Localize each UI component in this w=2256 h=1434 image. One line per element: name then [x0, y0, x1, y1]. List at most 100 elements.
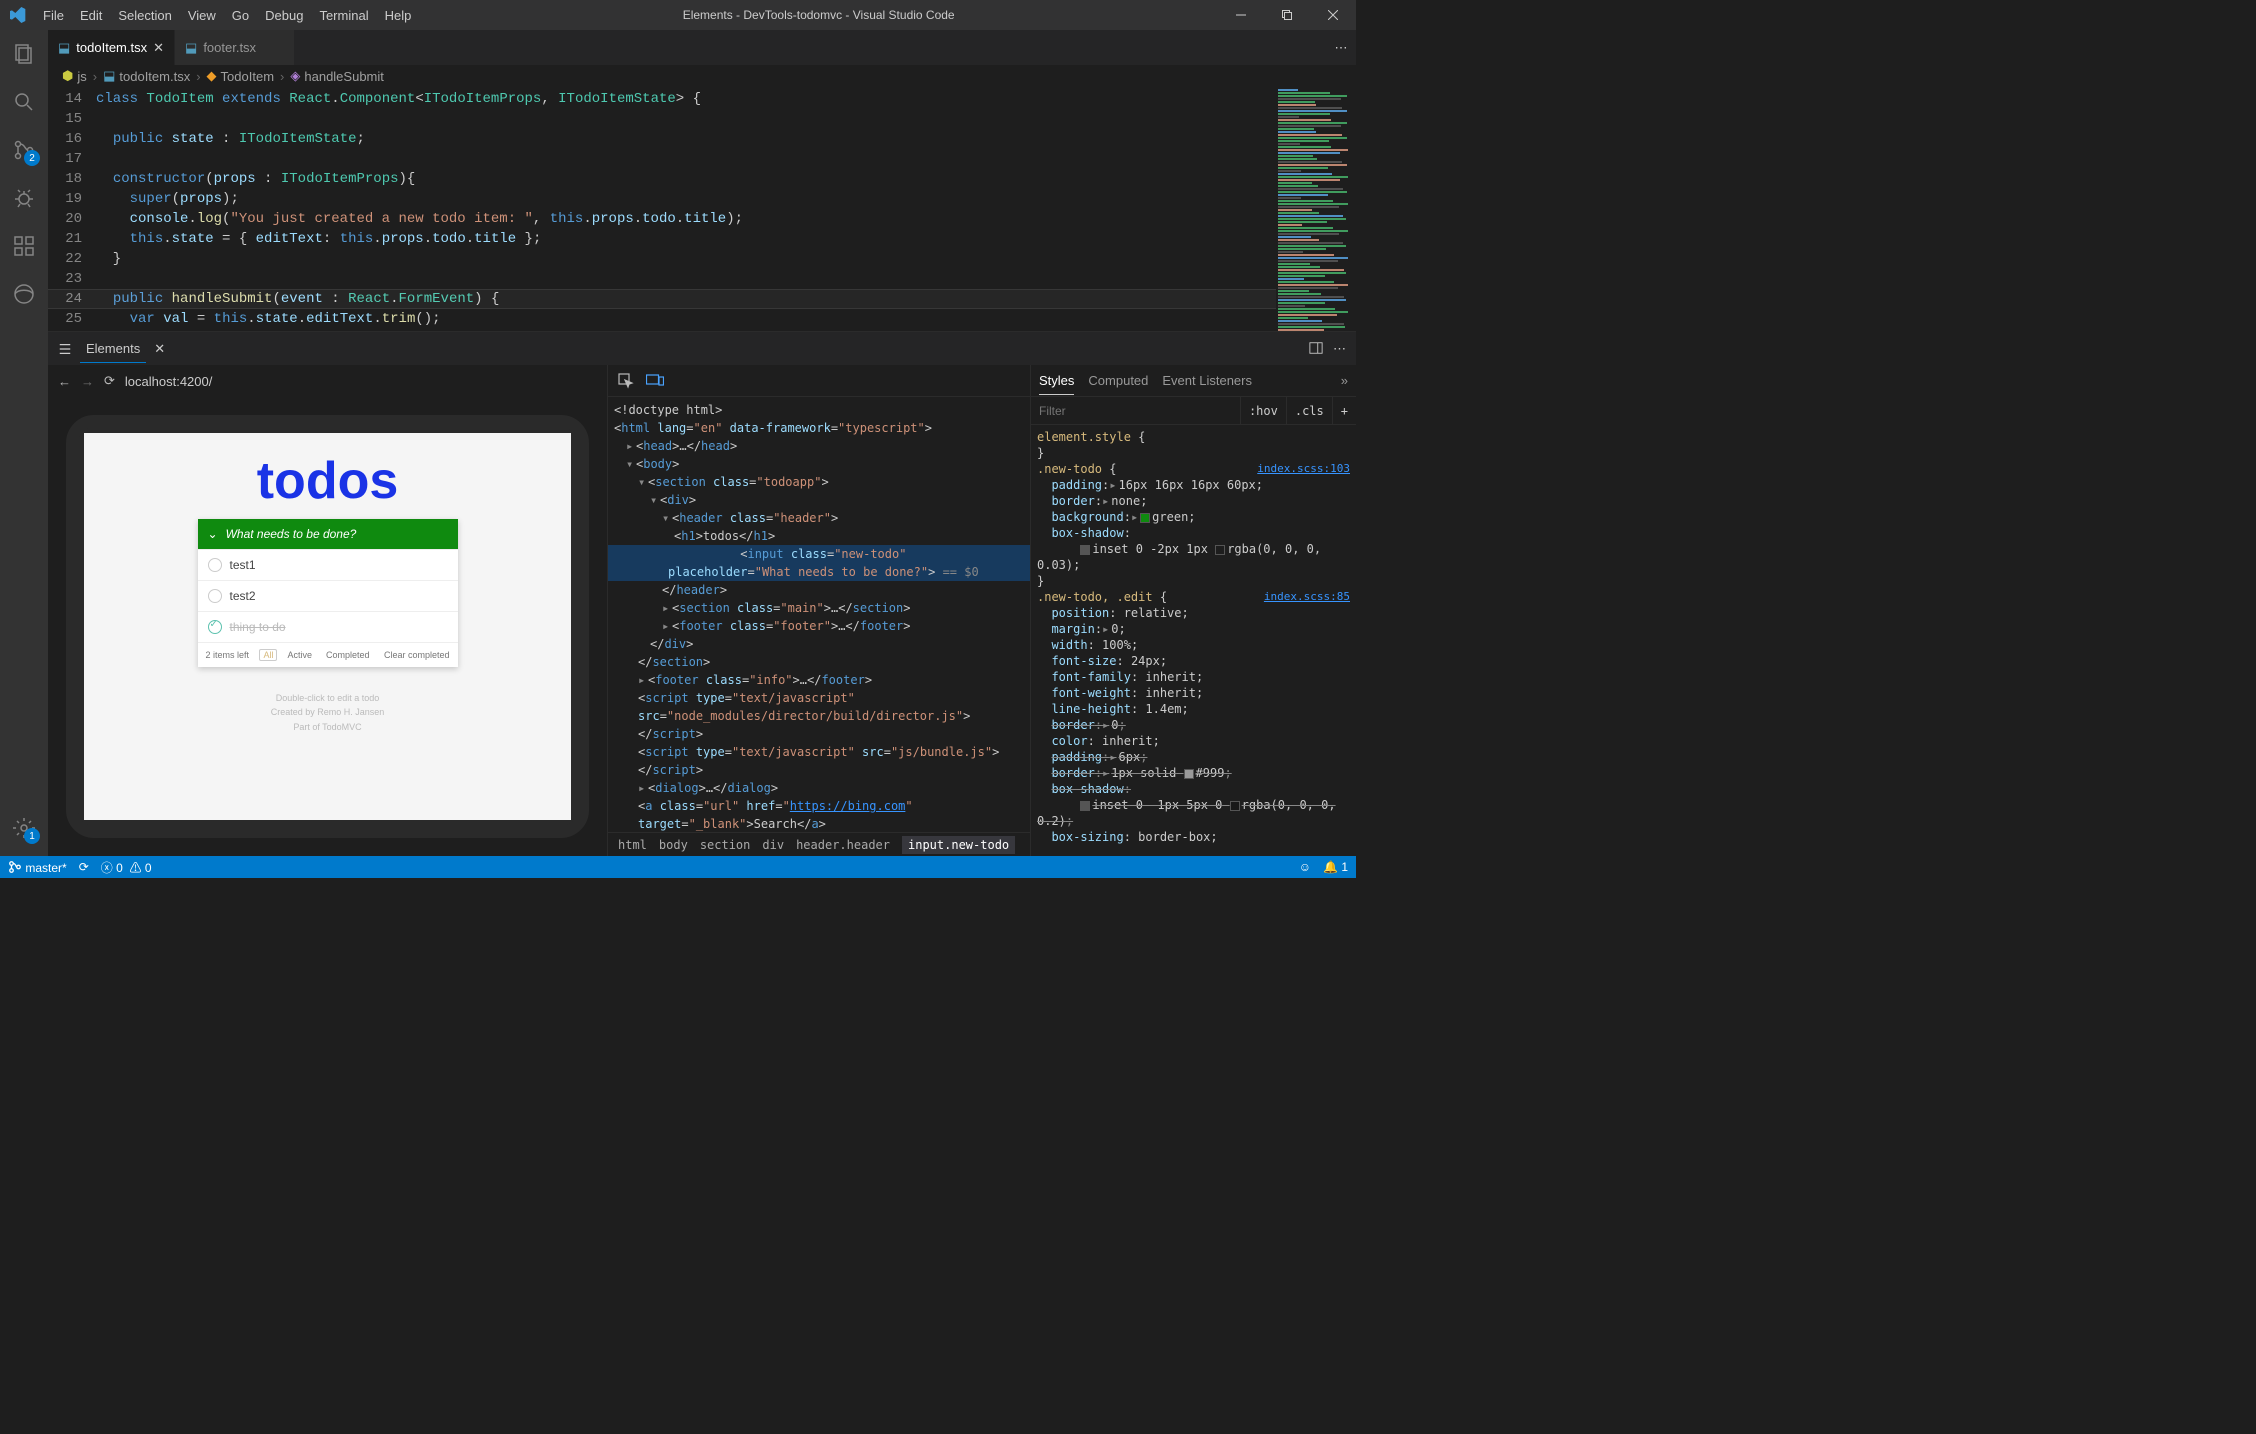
shadow-swatch[interactable] — [1080, 545, 1090, 555]
bottom-panel: Elements ✕ ⋯ ← → ⟳ localhost:4200/ — [48, 331, 1356, 856]
code-content[interactable]: class TodoItem extends React.Component<I… — [96, 87, 1276, 331]
breadcrumb-class[interactable]: ◆ TodoItem — [207, 68, 274, 84]
breadcrumbs[interactable]: ⬢ js › ⬓ todoItem.tsx › ◆ TodoItem › ◈ h… — [48, 65, 1356, 87]
close-button[interactable] — [1310, 0, 1356, 30]
edge-devtools-icon[interactable] — [0, 270, 48, 318]
minimap[interactable] — [1276, 87, 1356, 331]
dom-crumb[interactable]: section — [700, 838, 751, 852]
color-swatch[interactable] — [1230, 801, 1240, 811]
menu-bar: FileEditSelectionViewGoDebugTerminalHelp — [35, 0, 419, 30]
todo-text: thing to do — [230, 620, 286, 634]
todo-item[interactable]: test1 — [198, 549, 458, 580]
tab-event-listeners[interactable]: Event Listeners — [1162, 373, 1252, 388]
editor-tabs: ⬓todoItem.tsx✕⬓footer.tsx ⋯ — [48, 30, 1356, 65]
menu-view[interactable]: View — [180, 0, 224, 30]
filter-completed[interactable]: Completed — [322, 649, 374, 661]
breadcrumb-file[interactable]: ⬓ todoItem.tsx — [103, 68, 190, 84]
scm-badge: 2 — [24, 150, 40, 166]
dom-tree[interactable]: <!doctype html> <html lang="en" data-fra… — [608, 397, 1030, 832]
add-rule-icon[interactable]: + — [1332, 397, 1356, 424]
nav-reload-icon[interactable]: ⟳ — [104, 373, 115, 389]
editor-more-icon[interactable]: ⋯ — [1326, 30, 1356, 65]
tsx-file-icon: ⬓ — [185, 40, 197, 56]
inspect-element-icon[interactable] — [618, 373, 634, 389]
chevron-right-icon: › — [196, 69, 200, 84]
window-title: Elements - DevTools-todomvc - Visual Stu… — [419, 8, 1218, 22]
hov-toggle[interactable]: :hov — [1240, 397, 1286, 424]
tab-computed[interactable]: Computed — [1088, 373, 1148, 388]
dom-crumb[interactable]: body — [659, 838, 688, 852]
panel-tab-elements[interactable]: Elements — [80, 335, 146, 363]
new-todo-input[interactable]: ⌄ What needs to be done? — [198, 519, 458, 549]
feedback-icon[interactable]: ☺ — [1299, 860, 1311, 874]
color-swatch[interactable] — [1215, 545, 1225, 555]
devtools-nav-toolbar: ← → ⟳ localhost:4200/ — [48, 365, 607, 397]
problems-indicator[interactable]: ⓧ 0 ⚠ 0 — [101, 859, 152, 876]
menu-help[interactable]: Help — [377, 0, 420, 30]
debug-icon[interactable] — [0, 174, 48, 222]
extensions-icon[interactable] — [0, 222, 48, 270]
color-swatch[interactable] — [1184, 769, 1194, 779]
sync-icon[interactable]: ⟳ — [79, 860, 89, 874]
clear-completed-link[interactable]: Clear completed — [384, 650, 450, 660]
branch-indicator[interactable]: master* — [8, 860, 67, 875]
nav-back-icon[interactable]: ← — [58, 374, 71, 389]
styles-tabs: Styles Computed Event Listeners » — [1031, 365, 1356, 397]
maximize-button[interactable] — [1264, 0, 1310, 30]
tsx-file-icon: ⬓ — [58, 40, 70, 56]
menu-file[interactable]: File — [35, 0, 72, 30]
styles-body[interactable]: element.style { } .new-todo {index.scss:… — [1031, 425, 1356, 856]
editor-tab[interactable]: ⬓footer.tsx — [175, 30, 295, 65]
panel-close-icon[interactable]: ✕ — [154, 341, 165, 357]
activity-bar: 2 1 — [0, 30, 48, 856]
panel-tabs: Elements ✕ ⋯ — [48, 332, 1356, 365]
styles-filter-input[interactable] — [1031, 397, 1240, 424]
line-gutter: 141516171819202122232425 — [48, 87, 96, 331]
todo-item[interactable]: thing to do — [198, 611, 458, 642]
url-display[interactable]: localhost:4200/ — [125, 374, 212, 389]
panel-body: ← → ⟳ localhost:4200/ todos ⌄ — [48, 365, 1356, 856]
dom-crumb[interactable]: header.header — [796, 838, 890, 852]
dom-crumb[interactable]: input.new-todo — [902, 836, 1015, 854]
search-icon[interactable] — [0, 78, 48, 126]
code-editor[interactable]: 141516171819202122232425 class TodoItem … — [48, 87, 1356, 331]
editor-column: ⬓todoItem.tsx✕⬓footer.tsx ⋯ ⬢ js › ⬓ tod… — [48, 30, 1356, 856]
devtools-preview-pane: ← → ⟳ localhost:4200/ todos ⌄ — [48, 365, 608, 856]
device-toggle-icon[interactable] — [646, 374, 664, 388]
breadcrumb-lang[interactable]: ⬢ js — [62, 68, 87, 84]
color-swatch[interactable] — [1140, 513, 1150, 523]
tab-close-icon[interactable]: ✕ — [153, 40, 164, 56]
styles-more-icon[interactable]: » — [1341, 373, 1348, 388]
menu-terminal[interactable]: Terminal — [311, 0, 376, 30]
dom-breadcrumb[interactable]: html body section div header.header input.new… — [608, 832, 1030, 856]
todo-checkbox[interactable] — [208, 589, 222, 603]
panel-more-icon[interactable]: ⋯ — [1333, 341, 1346, 357]
source-link[interactable]: index.scss:85 — [1264, 589, 1350, 605]
settings-gear-icon[interactable]: 1 — [0, 804, 48, 852]
explorer-icon[interactable] — [0, 30, 48, 78]
source-link[interactable]: index.scss:103 — [1257, 461, 1350, 477]
tab-styles[interactable]: Styles — [1039, 373, 1074, 395]
dom-crumb[interactable]: html — [618, 838, 647, 852]
notifications-icon[interactable]: 🔔 1 — [1323, 860, 1348, 874]
breadcrumb-method[interactable]: ◈ handleSubmit — [290, 68, 384, 84]
todo-checkbox[interactable] — [208, 620, 222, 634]
filter-all[interactable]: All — [259, 649, 277, 661]
menu-go[interactable]: Go — [224, 0, 257, 30]
editor-tab[interactable]: ⬓todoItem.tsx✕ — [48, 30, 175, 65]
menu-edit[interactable]: Edit — [72, 0, 110, 30]
shadow-swatch[interactable] — [1080, 801, 1090, 811]
filter-active[interactable]: Active — [283, 649, 316, 661]
chevron-down-icon[interactable]: ⌄ — [208, 527, 218, 541]
rendered-page[interactable]: todos ⌄ What needs to be done? test1test… — [84, 433, 571, 820]
source-control-icon[interactable]: 2 — [0, 126, 48, 174]
menu-debug[interactable]: Debug — [257, 0, 311, 30]
cls-toggle[interactable]: .cls — [1286, 397, 1332, 424]
minimize-button[interactable] — [1218, 0, 1264, 30]
panel-split-icon[interactable] — [1309, 341, 1323, 357]
nav-forward-icon[interactable]: → — [81, 374, 94, 389]
menu-selection[interactable]: Selection — [110, 0, 179, 30]
todo-item[interactable]: test2 — [198, 580, 458, 611]
todo-checkbox[interactable] — [208, 558, 222, 572]
dom-crumb[interactable]: div — [762, 838, 784, 852]
